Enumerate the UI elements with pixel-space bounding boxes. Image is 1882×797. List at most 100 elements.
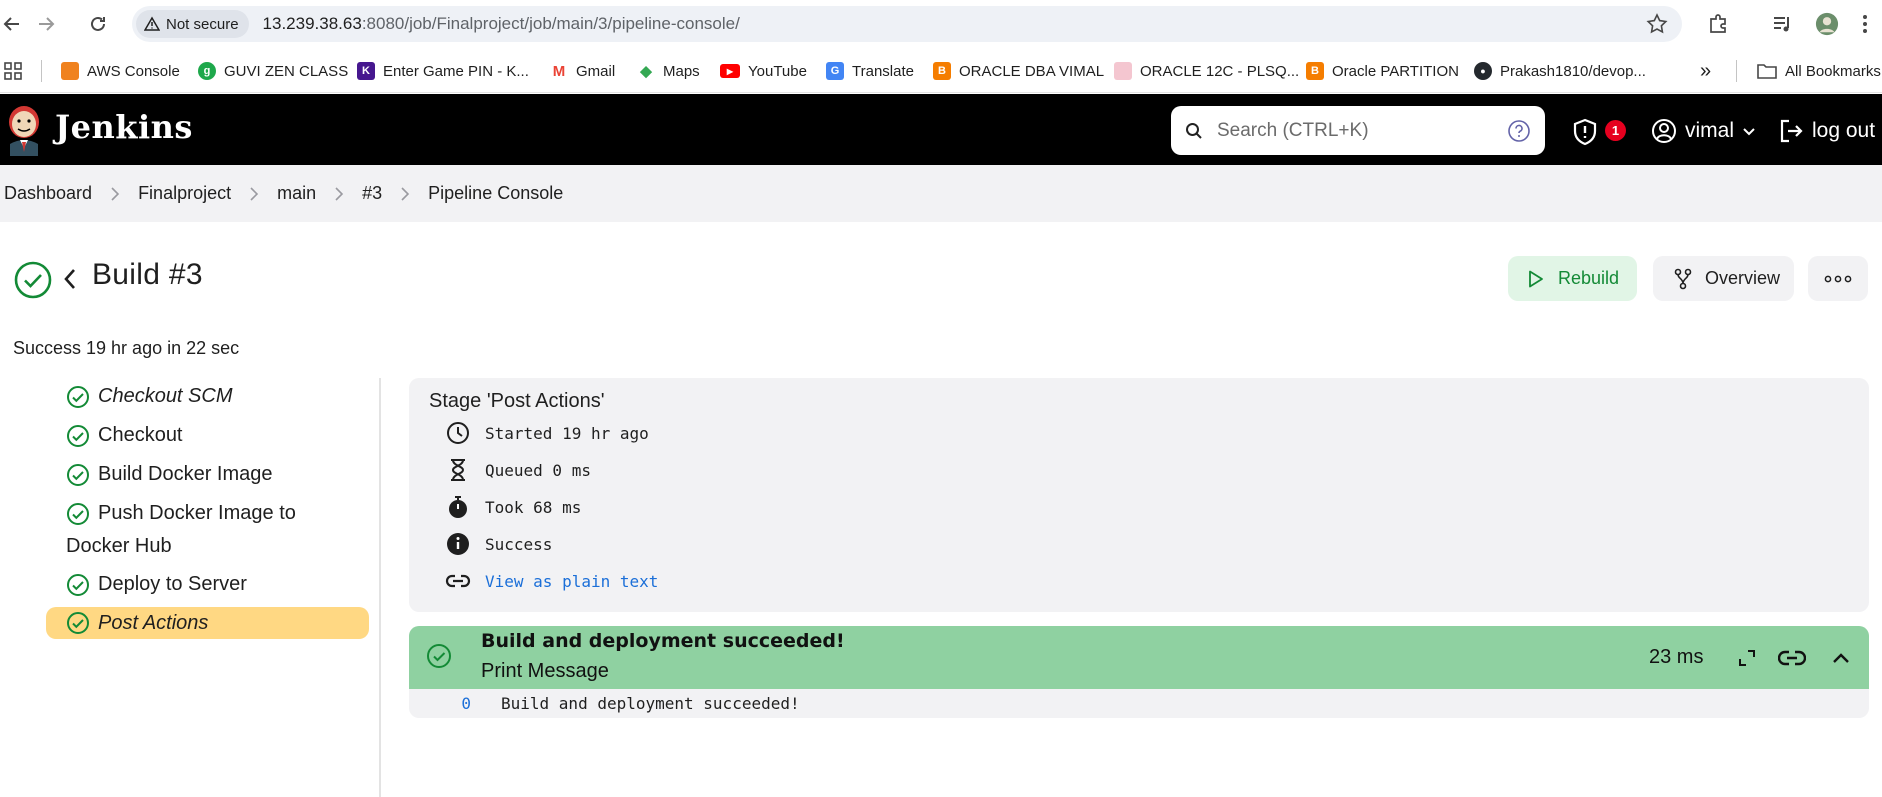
- overview-button[interactable]: Overview: [1653, 256, 1794, 301]
- stage-details-heading: Stage 'Post Actions': [429, 390, 605, 412]
- back-arrow-icon[interactable]: [0, 12, 24, 36]
- expand-icon[interactable]: [1735, 646, 1759, 670]
- username: vimal: [1685, 119, 1735, 142]
- info-icon: [445, 531, 471, 557]
- bookmark-github[interactable]: ● Prakash1810/devop...: [1474, 60, 1646, 82]
- bookmark-guvi[interactable]: g GUVI ZEN CLASS: [198, 60, 348, 82]
- security-label: Not secure: [166, 15, 239, 33]
- search-box[interactable]: Search (CTRL+K): [1171, 106, 1545, 155]
- search-input[interactable]: Search (CTRL+K): [1217, 120, 1369, 142]
- profile-avatar-icon[interactable]: [1815, 12, 1839, 36]
- jenkins-logo-icon[interactable]: [6, 104, 42, 156]
- queued-row: Queued 0 ms: [445, 457, 591, 483]
- status-row: Success: [445, 531, 552, 557]
- bookmark-oracle-dba[interactable]: B ORACLE DBA VIMAL: [933, 60, 1104, 82]
- bookmark-label: Maps: [663, 62, 700, 80]
- collapse-chevron-up-icon[interactable]: [1829, 646, 1853, 670]
- build-summary: Success 19 hr ago in 22 sec: [13, 338, 240, 358]
- bookmarks-bar: AWS Console g GUVI ZEN CLASS K Enter Game …: [0, 48, 1882, 93]
- took-row: Took 68 ms: [445, 494, 581, 520]
- bookmark-divider: [1736, 60, 1737, 82]
- browser-menu-icon[interactable]: [1858, 12, 1872, 36]
- all-bookmarks[interactable]: All Bookmarks: [1757, 60, 1881, 82]
- rebuild-label: Rebuild: [1558, 268, 1620, 288]
- link-icon[interactable]: [1778, 646, 1806, 670]
- bookmark-gmail[interactable]: M Gmail: [550, 60, 615, 82]
- maps-pin-icon: ◆: [637, 62, 655, 80]
- help-icon[interactable]: [1507, 119, 1531, 143]
- success-check-icon: [67, 574, 89, 596]
- stage-item-build-docker-image[interactable]: Build Docker Image: [46, 456, 369, 494]
- reload-icon[interactable]: [86, 12, 110, 36]
- url-text[interactable]: 13.239.38.63:8080/job/Finalproject/job/m…: [263, 14, 740, 34]
- rebuild-button[interactable]: Rebuild: [1508, 256, 1637, 301]
- bookmark-kahoot[interactable]: K Enter Game PIN - K...: [357, 60, 529, 82]
- breadcrumb-build-3[interactable]: #3: [362, 183, 382, 204]
- gmail-icon: M: [550, 62, 568, 80]
- step-duration: 23 ms: [1649, 646, 1704, 668]
- bookmark-label: ORACLE 12C - PLSQ...: [1140, 62, 1300, 80]
- stage-item-checkout-scm[interactable]: Checkout SCM: [46, 378, 369, 416]
- log-line: 0 Build and deployment succeeded!: [409, 689, 1869, 718]
- bookmark-oracle-partition[interactable]: B Oracle PARTITION: [1306, 60, 1459, 82]
- breadcrumb-main[interactable]: main: [277, 183, 316, 204]
- forward-arrow-icon[interactable]: [34, 12, 58, 36]
- bookmark-label: Oracle PARTITION: [1332, 62, 1459, 80]
- breadcrumb-finalproject[interactable]: Finalproject: [138, 183, 231, 204]
- bookmark-youtube[interactable]: ▶ YouTube: [720, 60, 807, 82]
- stage-item-push-docker-image[interactable]: Push Docker Image to Docker Hub: [46, 495, 346, 565]
- bookmark-oracle-12c[interactable]: ORACLE 12C - PLSQ...: [1114, 60, 1299, 82]
- warning-icon: [144, 16, 160, 31]
- logout-icon: [1780, 119, 1803, 143]
- bookmark-label: Enter Game PIN - K...: [383, 62, 529, 80]
- alert-count-badge[interactable]: 1: [1605, 120, 1626, 141]
- browser-toolbar: Not secure 13.239.38.63:8080/job/Finalpr…: [0, 0, 1882, 48]
- folder-icon: [1757, 64, 1777, 79]
- breadcrumb-dashboard[interactable]: Dashboard: [4, 183, 92, 204]
- log-line-number[interactable]: 0: [409, 694, 471, 713]
- log-line-text: Build and deployment succeeded!: [501, 694, 800, 713]
- success-check-icon: [67, 464, 89, 486]
- bookmark-label: YouTube: [748, 62, 807, 80]
- breadcrumb-pipeline-console[interactable]: Pipeline Console: [428, 183, 563, 204]
- media-control-icon[interactable]: [1770, 12, 1794, 36]
- took-text: Took 68 ms: [485, 497, 582, 517]
- security-shield-icon[interactable]: [1572, 118, 1598, 146]
- bookmark-label: AWS Console: [87, 62, 180, 80]
- plain-text-row[interactable]: View as plain text: [445, 568, 658, 594]
- bookmark-translate[interactable]: G Translate: [826, 60, 914, 82]
- chevron-right-icon: [110, 186, 120, 201]
- step-subtitle: Print Message: [481, 660, 609, 682]
- more-actions-button[interactable]: [1808, 256, 1868, 301]
- chevron-right-icon: [249, 186, 259, 201]
- chevron-down-icon: [1743, 128, 1755, 136]
- back-chevron-icon[interactable]: [62, 267, 78, 291]
- bookmark-maps[interactable]: ◆ Maps: [637, 60, 700, 82]
- jenkins-brand[interactable]: Jenkins: [55, 108, 193, 146]
- more-bookmarks-icon[interactable]: »: [1700, 60, 1711, 82]
- stopwatch-icon: [445, 494, 471, 520]
- chevron-right-icon: [334, 186, 344, 201]
- apps-grid-icon[interactable]: [4, 60, 22, 82]
- overview-label: Overview: [1705, 268, 1781, 288]
- blogger-icon: B: [933, 62, 951, 80]
- extensions-icon[interactable]: [1706, 12, 1730, 36]
- clock-icon: [445, 420, 471, 446]
- stage-item-deploy-to-server[interactable]: Deploy to Server: [46, 566, 369, 604]
- success-check-icon: [67, 386, 89, 408]
- bookmark-aws-console[interactable]: AWS Console: [61, 60, 180, 82]
- security-chip[interactable]: Not secure: [136, 10, 249, 38]
- address-bar[interactable]: Not secure 13.239.38.63:8080/job/Finalpr…: [132, 6, 1682, 42]
- stage-details-panel: Stage 'Post Actions' Started 19 hr ago Q…: [409, 378, 1869, 612]
- step-header[interactable]: Build and deployment succeeded! Print Me…: [409, 626, 1869, 689]
- bookmark-label: Gmail: [576, 62, 616, 80]
- bookmark-star-icon[interactable]: [1646, 13, 1668, 35]
- stage-item-checkout[interactable]: Checkout: [46, 417, 369, 455]
- page-title: Build #3: [92, 258, 203, 291]
- user-menu[interactable]: vimal: [1651, 118, 1756, 144]
- breadcrumb: Dashboard Finalproject main #3 Pipeline …: [0, 165, 1882, 222]
- logout-link[interactable]: log out: [1778, 118, 1875, 144]
- stage-item-post-actions[interactable]: Post Actions: [46, 607, 369, 639]
- view-plain-text-link[interactable]: View as plain text: [485, 572, 658, 591]
- bookmark-label: Translate: [852, 62, 914, 80]
